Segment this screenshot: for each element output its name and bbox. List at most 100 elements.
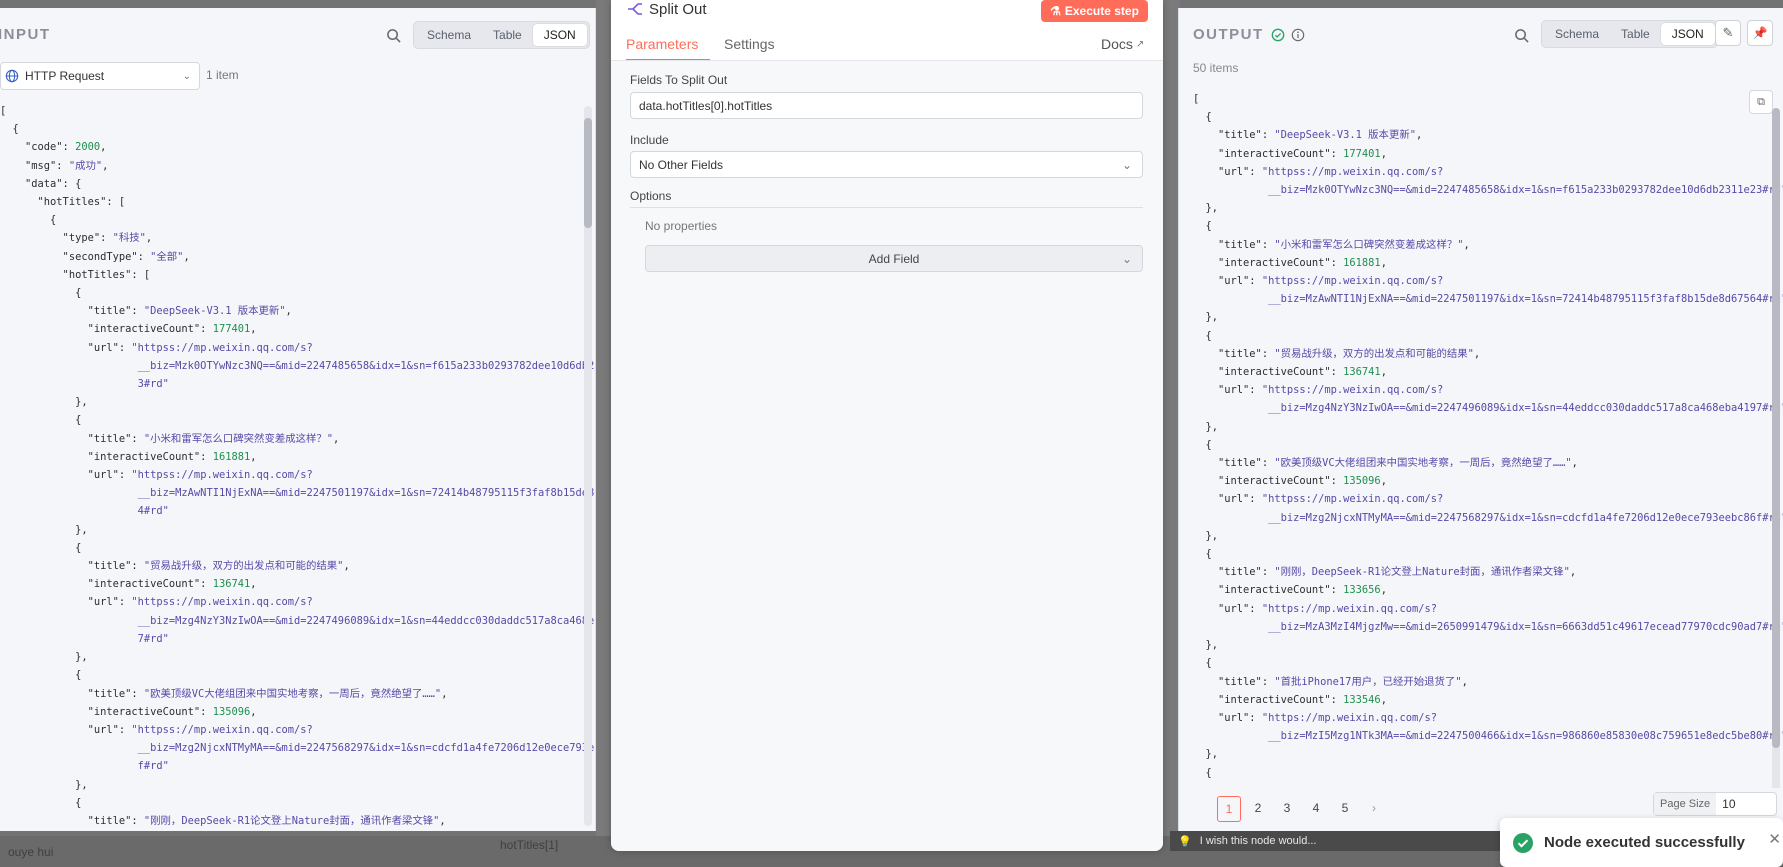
page-3-button[interactable]: 3: [1275, 796, 1299, 820]
json-string: "全部": [150, 250, 184, 263]
json-string: "https://mp.weixin.qq.com/s?: [1261, 711, 1437, 724]
json-string: "httpss://mp.weixin.qq.com/s?: [131, 723, 313, 736]
execute-step-button[interactable]: ⚗ Execute step: [1041, 0, 1148, 22]
json-number: 177401: [212, 323, 251, 336]
json-number: 2000: [75, 141, 101, 154]
json-line: __biz=Mzk0OTYwNzc3NQ==&mid=2247485658&id…: [0, 357, 595, 375]
input-source-label: HTTP Request: [25, 69, 105, 83]
json-key: [: [0, 105, 7, 117]
json-key: ,: [100, 141, 107, 154]
input-scrollbar[interactable]: [584, 106, 592, 826]
json-key: },: [0, 396, 88, 409]
json-line: "code": 2000,: [0, 138, 595, 156]
json-line: },: [1193, 527, 1783, 545]
json-string: "欧美顶级VC大佬组团来中国实地考察，一周后，竟然绝望了……": [143, 687, 442, 700]
json-key: ,: [1569, 566, 1577, 579]
json-key: "interactiveCount":: [1193, 693, 1344, 706]
json-key: {: [0, 414, 82, 427]
json-line: "url": "https://mp.weixin.qq.com/s?: [1193, 600, 1783, 618]
json-line: [: [0, 102, 595, 120]
json-string: "小米和雷军怎么口碑突然变差成这样？": [143, 432, 334, 445]
search-icon[interactable]: [1512, 26, 1530, 44]
close-icon[interactable]: ✕: [1768, 830, 1781, 848]
input-panel: INPUT Schema Table JSON HTTP Request ⌄ 1…: [0, 8, 596, 831]
json-key: "interactiveCount":: [1193, 475, 1344, 488]
json-string: 3#rd": [0, 378, 169, 391]
input-view-json[interactable]: JSON: [532, 24, 587, 46]
edit-output-button[interactable]: ✎: [1715, 20, 1741, 46]
input-scrollbar-thumb[interactable]: [584, 118, 592, 228]
json-key: ,: [1380, 366, 1387, 379]
json-line: "interactiveCount": 136741,: [1193, 363, 1783, 381]
input-source-select[interactable]: HTTP Request ⌄: [0, 62, 200, 90]
json-line: "title": "DeepSeek-V3.1 版本更新",: [1193, 126, 1783, 144]
json-string: __biz=Mzg4NzY3NzIwOA==&mid=2247496089&id…: [1193, 402, 1783, 415]
json-line: {: [0, 120, 595, 138]
json-key: },: [0, 778, 88, 791]
json-key: "title":: [0, 305, 144, 318]
page-size-select[interactable]: Page Size 10: [1653, 792, 1778, 816]
json-string: "httpss://mp.weixin.qq.com/s?: [1261, 384, 1444, 397]
json-key: {: [1193, 111, 1212, 124]
json-number: 133546: [1343, 693, 1381, 706]
json-line: "interactiveCount": 135096,: [0, 703, 595, 721]
next-page-icon[interactable]: ›: [1362, 796, 1386, 820]
json-key: "url":: [1193, 384, 1262, 397]
input-view-schema[interactable]: Schema: [416, 24, 482, 46]
json-key: },: [1193, 311, 1219, 324]
json-key: {: [1193, 329, 1212, 342]
output-scrollbar[interactable]: [1772, 108, 1780, 798]
json-string: "httpss://mp.weixin.qq.com/s?: [1261, 165, 1444, 178]
add-field-button[interactable]: Add Field ⌄: [645, 245, 1143, 272]
json-line: "url": "httpss://mp.weixin.qq.com/s?: [0, 466, 595, 484]
node-title[interactable]: Split Out: [649, 1, 707, 18]
json-string: 4#rd": [0, 505, 169, 518]
info-icon[interactable]: [1291, 28, 1305, 42]
json-string: __biz=MzAwNTI1NjExNA==&mid=2247501197&id…: [0, 487, 596, 500]
input-item-count: 1 item: [206, 68, 239, 82]
output-header: OUTPUT: [1193, 26, 1305, 43]
include-select[interactable]: No Other Fields ⌄: [630, 151, 1143, 178]
pencil-icon: ✎: [1722, 25, 1734, 40]
page-1-button[interactable]: 1: [1217, 796, 1241, 822]
json-line: "title": "欧美顶级VC大佬组团来中国实地考察，一周后，竟然绝望了……"…: [1193, 454, 1783, 472]
json-key: ,: [1473, 347, 1481, 360]
json-string: "httpss://mp.weixin.qq.com/s?: [1261, 275, 1444, 288]
canvas-user-label: ouye hui: [8, 845, 54, 859]
fields-to-split-input[interactable]: data.hotTitles[0].hotTitles: [630, 92, 1143, 119]
json-key: },: [1193, 420, 1219, 433]
json-string: "httpss://mp.weixin.qq.com/s?: [131, 596, 313, 609]
json-key: ,: [1380, 147, 1387, 160]
json-key: "title":: [0, 814, 144, 827]
pin-data-button[interactable]: 📌: [1747, 20, 1773, 46]
output-view-json[interactable]: JSON: [1660, 23, 1715, 45]
json-line: __biz=Mzg4NzY3NzIwOA==&mid=2247496089&id…: [0, 612, 595, 630]
output-scrollbar-thumb[interactable]: [1772, 108, 1780, 748]
json-string: "httpss://mp.weixin.qq.com/s?: [131, 469, 313, 482]
json-line: },: [0, 776, 595, 794]
docs-link[interactable]: Docs ↗: [1101, 36, 1144, 52]
json-line: "hotTitles": [: [0, 266, 595, 284]
json-key: "title":: [0, 560, 144, 573]
json-line: 4#rd": [0, 502, 595, 520]
output-view-schema[interactable]: Schema: [1544, 23, 1610, 45]
include-value: No Other Fields: [639, 157, 724, 172]
page-2-button[interactable]: 2: [1246, 796, 1270, 820]
search-icon[interactable]: [384, 26, 402, 44]
input-view-table[interactable]: Table: [482, 24, 533, 46]
json-string: "httpss://mp.weixin.qq.com/s?: [131, 341, 313, 354]
json-key: "title":: [1193, 566, 1275, 579]
output-view-table[interactable]: Table: [1610, 23, 1661, 45]
page-4-button[interactable]: 4: [1304, 796, 1328, 820]
page-5-button[interactable]: 5: [1333, 796, 1357, 820]
flask-icon: ⚗: [1050, 4, 1061, 18]
json-line: __biz=MzA3MzI4MjgzMw==&mid=2650991479&id…: [1193, 618, 1783, 636]
json-line: {: [1193, 108, 1783, 126]
json-string: "小米和雷军怎么口碑突然变差成这样？": [1274, 238, 1464, 251]
tab-settings[interactable]: Settings: [724, 36, 775, 52]
feedback-bar[interactable]: 💡 I wish this node would...: [1170, 831, 1500, 851]
json-key: ,: [1380, 584, 1387, 597]
json-key: {: [0, 796, 82, 809]
json-line: 7#rd": [0, 630, 595, 648]
tab-parameters[interactable]: Parameters: [626, 36, 698, 52]
